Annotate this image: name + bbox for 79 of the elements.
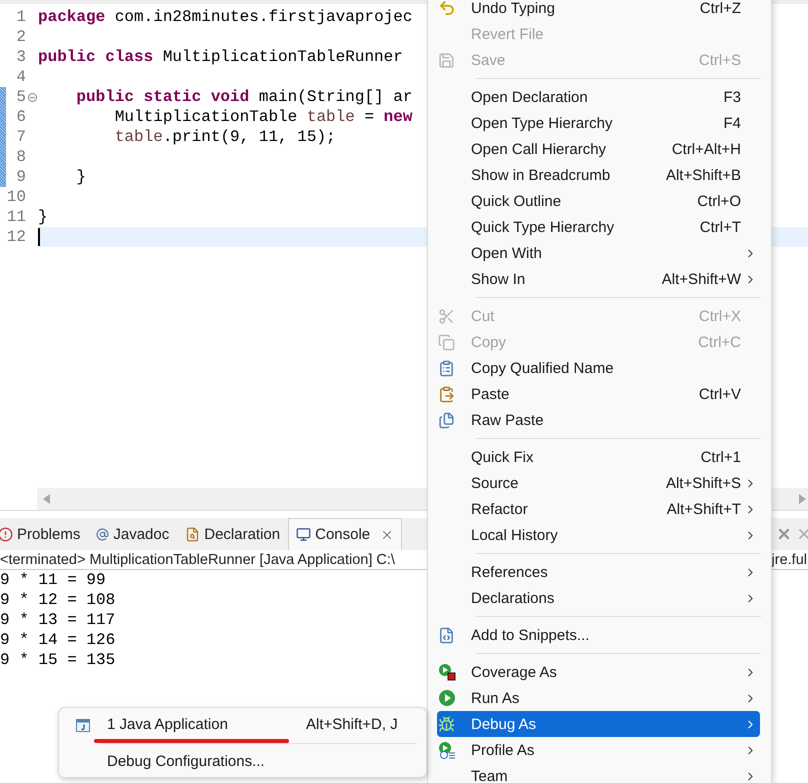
remove-icon[interactable] [776, 526, 792, 542]
line-number: 2 [15, 27, 26, 47]
problems-icon [0, 527, 13, 542]
line-number: 9 [15, 167, 26, 187]
menu-item[interactable]: Open Type Hierarchy F4 [437, 110, 760, 136]
remove-all-icon[interactable] [796, 526, 808, 542]
menu-item[interactable]: Paste Ctrl+V [437, 381, 760, 407]
menu-item[interactable]: Local History [437, 522, 760, 548]
menu-item[interactable]: Open Declaration F3 [437, 84, 760, 110]
menu-item[interactable]: Run As [437, 685, 760, 711]
coverage-icon [438, 663, 456, 681]
menu-item[interactable]: Quick Type Hierarchy Ctrl+T [437, 214, 760, 240]
line-number: 1 [15, 7, 26, 27]
line-number: 5 [15, 87, 26, 107]
menu-item[interactable]: Open With [437, 240, 760, 266]
line-number: 7 [15, 127, 26, 147]
menu-item[interactable]: Quick Outline Ctrl+O [437, 188, 760, 214]
menu-item[interactable]: Debug As [437, 711, 760, 737]
text-cursor [38, 228, 40, 246]
menu-item[interactable]: Show in Breadcrumb Alt+Shift+B [437, 162, 760, 188]
code-line: } [75, 167, 86, 187]
menu-item[interactable]: Add to Snippets... [437, 622, 760, 648]
save-icon [438, 52, 455, 68]
scroll-left-icon[interactable] [43, 494, 50, 504]
panel-tab[interactable]: Javadoc [88, 518, 178, 550]
menu-item[interactable]: Source Alt+Shift+S [437, 470, 760, 496]
profile-icon [438, 741, 456, 759]
menu-item[interactable]: Open Call Hierarchy Ctrl+Alt+H [437, 136, 760, 162]
line-number: 6 [15, 107, 26, 127]
console-output-line: 9 * 15 = 135 [0, 650, 116, 670]
menu-item[interactable]: 1 Java Application Alt+Shift+D, J [63, 711, 422, 738]
menu-item[interactable]: Profile As [437, 737, 760, 763]
declaration-icon [185, 527, 200, 542]
menu-item[interactable]: References [437, 559, 760, 585]
copy-icon [438, 334, 455, 350]
menu-item[interactable]: Undo Typing Ctrl+Z [437, 0, 760, 21]
menu-item[interactable]: Debug Configurations... [63, 748, 422, 775]
paste-icon [438, 386, 455, 402]
console-status: <terminated> MultiplicationTableRunner [Java Application] C:\ [0, 552, 395, 568]
line-number: 3 [15, 47, 26, 67]
console-status: jre.ful [772, 552, 807, 568]
line-number: 8 [15, 147, 26, 167]
menu-item[interactable]: Team [437, 763, 760, 783]
line-number: 10 [6, 187, 26, 207]
code-line: MultiplicationTable table = new [114, 107, 412, 127]
code-line: package com.in28minutes.firstjavaprojec [38, 7, 412, 27]
paste-icon [438, 412, 455, 428]
console-icon [296, 527, 312, 542]
panel-tab[interactable]: Declaration [177, 518, 288, 550]
console-output-line: 9 * 14 = 126 [0, 630, 116, 650]
menu-item[interactable]: Show In Alt+Shift+W [437, 266, 760, 292]
code-line: public static void main(String[] ar [75, 87, 412, 107]
java-application-icon [76, 718, 90, 732]
copy-icon [438, 360, 455, 376]
run-icon [438, 689, 456, 707]
panel-tab[interactable]: Problems [0, 518, 88, 550]
snippet-icon [438, 626, 455, 644]
scroll-right-icon[interactable] [799, 494, 806, 504]
menu-item[interactable]: Quick Fix Ctrl+1 [437, 444, 760, 470]
code-line: } [38, 207, 48, 227]
menu-item[interactable]: Refactor Alt+Shift+T [437, 496, 760, 522]
console-output-line: 9 * 13 = 117 [0, 610, 116, 630]
panel-tab[interactable]: Console [288, 518, 402, 550]
menu-item[interactable]: Coverage As [437, 659, 760, 685]
line-number: 11 [6, 207, 26, 227]
code-line: table.print(9, 11, 15); [114, 127, 336, 147]
code-line: public class MultiplicationTableRunner [38, 47, 403, 67]
console-output-line: 9 * 11 = 99 [0, 570, 106, 590]
bug-icon [438, 716, 455, 732]
menu-item[interactable]: Declarations [437, 585, 760, 611]
menu-item[interactable]: Copy Qualified Name [437, 355, 760, 381]
undo-icon [438, 0, 456, 17]
console-output-line: 9 * 12 = 108 [0, 590, 116, 610]
line-number: 12 [6, 227, 26, 247]
at-icon [96, 528, 110, 541]
cut-icon [438, 308, 455, 324]
collapse-icon[interactable] [28, 92, 36, 102]
menu-item[interactable]: Raw Paste [437, 407, 760, 433]
line-number: 4 [15, 67, 26, 87]
